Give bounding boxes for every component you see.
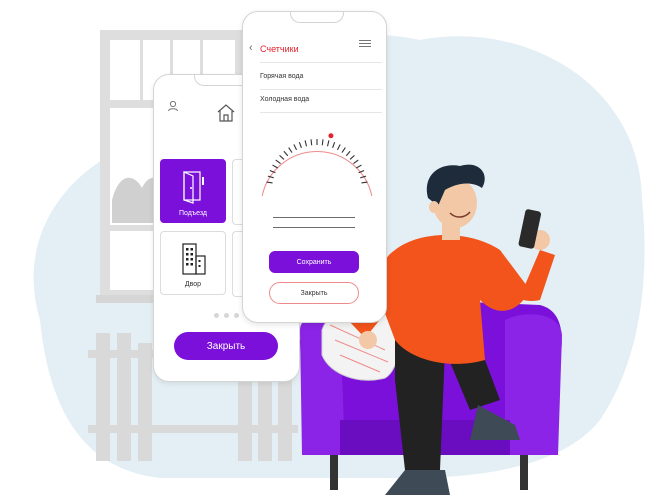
building-icon bbox=[182, 243, 206, 275]
dial-tick bbox=[267, 175, 274, 179]
chevron-left-icon[interactable]: ‹ bbox=[249, 42, 253, 54]
dial-knob bbox=[328, 133, 334, 139]
dial-tick bbox=[310, 139, 313, 146]
door-icon bbox=[183, 171, 204, 204]
page-dot[interactable] bbox=[224, 313, 229, 318]
tile-label: Двор bbox=[184, 281, 202, 288]
dial-tick bbox=[275, 159, 281, 164]
dial-tick bbox=[360, 175, 367, 179]
page-title: Счетчики bbox=[260, 44, 299, 54]
page-dot[interactable] bbox=[234, 313, 239, 318]
phone-front-screen: ‹ Счетчики Горячая вода Холодная вода Со… bbox=[242, 11, 387, 323]
tile-label: Подъезд bbox=[179, 210, 207, 217]
close-button[interactable]: Закрыть bbox=[174, 332, 278, 360]
menu-icon[interactable] bbox=[359, 40, 371, 48]
pagination-dots[interactable] bbox=[214, 313, 239, 318]
divider bbox=[260, 62, 382, 63]
dial-tick bbox=[298, 141, 302, 148]
dial-tick bbox=[353, 159, 359, 164]
divider bbox=[260, 89, 382, 90]
readout-line bbox=[273, 217, 355, 218]
dial-tick bbox=[272, 164, 279, 169]
dial-tick bbox=[349, 154, 355, 160]
dial-tick bbox=[304, 140, 308, 147]
tile-yard[interactable]: Двор bbox=[160, 231, 226, 295]
meter-row-cold-water[interactable]: Холодная вода bbox=[260, 96, 380, 103]
dial-tick bbox=[266, 181, 273, 184]
meter-row-hot-water[interactable]: Горячая вода bbox=[260, 73, 380, 80]
dial-tick bbox=[341, 147, 346, 153]
phone-notch bbox=[290, 12, 344, 23]
divider bbox=[260, 112, 382, 113]
illustration: Подъезд Двор Закрыть ‹ Счетчики Горячая … bbox=[0, 0, 650, 497]
save-button[interactable]: Сохранить bbox=[269, 251, 359, 273]
dial-tick bbox=[336, 144, 341, 151]
dial-tick bbox=[361, 181, 368, 184]
meter-dial[interactable] bbox=[257, 124, 377, 196]
user-icon[interactable] bbox=[167, 100, 179, 112]
dial-tick bbox=[345, 150, 351, 157]
dial-tick bbox=[355, 164, 362, 169]
dial-tick bbox=[279, 154, 285, 160]
dial-tick bbox=[326, 140, 330, 147]
close-button[interactable]: Закрыть bbox=[269, 282, 359, 304]
dial-tick bbox=[283, 150, 289, 157]
page-dot[interactable] bbox=[214, 313, 219, 318]
dial-tick bbox=[293, 144, 298, 151]
dial-arc bbox=[261, 151, 373, 196]
tile-entrance[interactable]: Подъезд bbox=[160, 159, 226, 223]
home-icon[interactable] bbox=[216, 103, 236, 123]
dial-tick bbox=[321, 139, 324, 146]
dial-tick bbox=[332, 141, 336, 148]
readout-line bbox=[273, 227, 355, 228]
dial-tick bbox=[288, 147, 293, 153]
